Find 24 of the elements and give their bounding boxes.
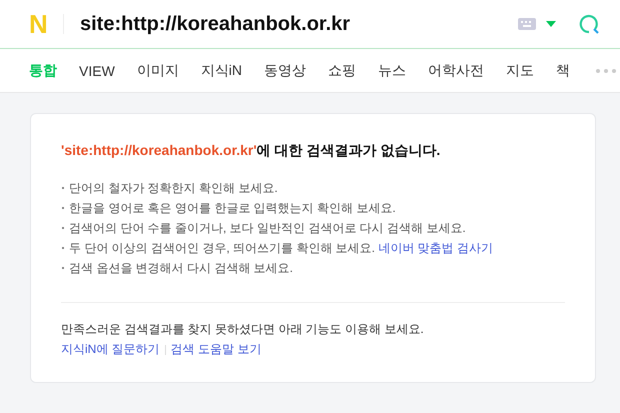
search-icon[interactable]: [578, 13, 600, 35]
tip-text: 한글을 영어로 혹은 영어를 한글로 입력했는지 확인해 보세요.: [61, 200, 565, 216]
tab[interactable]: 어학사전: [428, 62, 484, 80]
tab[interactable]: 지식iN: [200, 62, 242, 80]
tip-text: 두 단어 이상의 검색어인 경우, 띄어쓰기를 확인해 보세요. 네이버 맞춤법 검사기: [61, 240, 565, 256]
help-link[interactable]: 검색 도움말 보기: [170, 341, 262, 358]
tip-text: 단어의 철자가 정확한지 확인해 보세요.: [61, 180, 565, 196]
tab[interactable]: 뉴스: [378, 62, 406, 80]
caret-icon[interactable]: [546, 21, 556, 27]
tab[interactable]: 쇼핑: [328, 62, 356, 80]
tab[interactable]: 책: [556, 62, 570, 80]
tab[interactable]: VIEW: [79, 62, 115, 78]
spell-check-link[interactable]: 네이버 맞춤법 검사기: [378, 241, 494, 255]
help-link[interactable]: 지식iN에 질문하기: [61, 341, 160, 358]
tab[interactable]: 동영상: [264, 62, 306, 80]
more-icon[interactable]: [596, 68, 616, 72]
tip-text: 검색어의 단어 수를 줄이거나, 보다 일반적인 검색어로 다시 검색해 보세요.: [61, 220, 565, 236]
tab[interactable]: 지도: [506, 62, 534, 80]
footer-text: 만족스러운 검색결과를 찾지 못하셨다면 아래 기능도 이용해 보세요.: [61, 321, 425, 337]
keyboard-icon[interactable]: [518, 18, 536, 30]
tab[interactable]: 이미지: [136, 62, 179, 80]
search-field[interactable]: site:http://koreahanbok.or.kr: [80, 12, 518, 36]
tip-text: 검색 옵션을 변경해서 다시 검색해 보세요.: [61, 260, 565, 276]
no-result-title: 'site:http://koreahanbok.or.kr'에 대한 검색결과가 없습니다.: [61, 142, 442, 160]
